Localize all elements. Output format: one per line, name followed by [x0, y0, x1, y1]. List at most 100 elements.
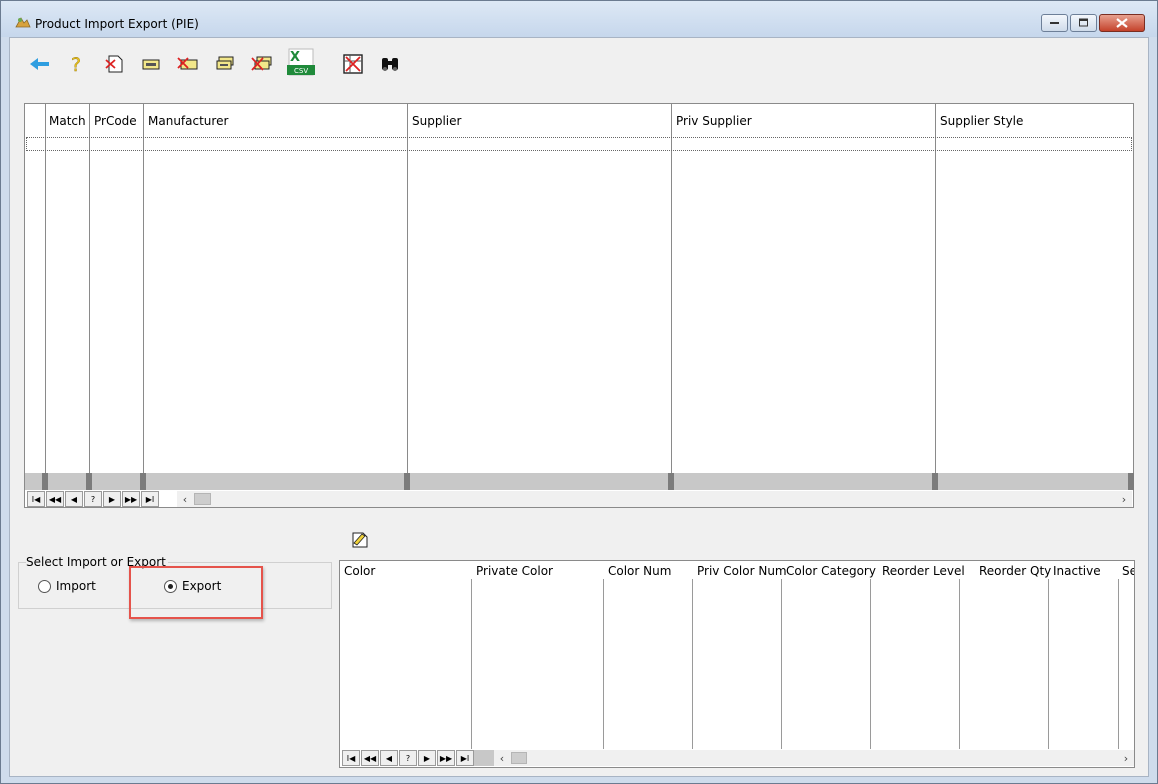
maximize-icon [1078, 18, 1088, 27]
import-radio-label: Import [56, 579, 96, 593]
navigator-spacer [474, 750, 494, 766]
product-grid-header: Match PrCode Manufacturer Supplier Priv … [25, 104, 1133, 137]
resize-handle[interactable] [42, 473, 48, 490]
column-resize-band [25, 473, 1134, 490]
highlight-box [129, 566, 263, 619]
color-grid[interactable]: Color Private Color Color Num Priv Color… [339, 560, 1135, 768]
column-header-color[interactable]: Color [344, 564, 375, 578]
stack-icon [216, 56, 234, 70]
last-record-button[interactable]: ▶I [141, 491, 159, 507]
binoculars-icon [382, 58, 398, 71]
resize-handle[interactable] [140, 473, 146, 490]
ticket-button[interactable] [135, 48, 167, 80]
cancel-grid-icon [343, 54, 363, 74]
client-area: ? X CSV Match PrCode Manufacturer Suppli… [9, 37, 1149, 777]
column-header-priv-color-num[interactable]: Priv Color Num [697, 564, 787, 578]
prev-record-button[interactable]: ◀ [380, 750, 398, 766]
column-divider [781, 579, 782, 749]
column-divider [45, 104, 46, 473]
query-button[interactable]: ? [84, 491, 102, 507]
color-grid-navigator: I◀ ◀◀ ◀ ? ▶ ▶▶ ▶I [342, 750, 475, 766]
last-record-button[interactable]: ▶I [456, 750, 474, 766]
delete-stack-button[interactable] [246, 48, 278, 80]
delete-ticket-button[interactable] [172, 48, 204, 80]
column-divider [1118, 579, 1119, 749]
resize-handle[interactable] [932, 473, 938, 490]
excel-csv-icon: X CSV [287, 48, 315, 76]
resize-handle[interactable] [86, 473, 92, 490]
column-header-supplier[interactable]: Supplier [412, 114, 461, 128]
column-divider [143, 104, 144, 473]
column-divider [89, 104, 90, 473]
selected-row[interactable] [26, 137, 1132, 151]
column-header-prcode[interactable]: PrCode [94, 114, 137, 128]
scroll-left-icon[interactable]: ‹ [177, 491, 193, 507]
query-button[interactable]: ? [399, 750, 417, 766]
product-grid-navigator: I◀ ◀◀ ◀ ? ▶ ▶▶ ▶I [27, 491, 160, 507]
column-header-color-category[interactable]: Color Category [786, 564, 876, 578]
title-bar: Product Import Export (PIE) [1, 1, 1157, 37]
scroll-thumb[interactable] [511, 752, 527, 764]
find-button[interactable] [374, 48, 406, 80]
column-header-priv-supplier[interactable]: Priv Supplier [676, 114, 752, 128]
column-header-private-color[interactable]: Private Color [476, 564, 553, 578]
column-header-reorder-qty[interactable]: Reorder Qty [979, 564, 1051, 578]
product-grid[interactable]: Match PrCode Manufacturer Supplier Priv … [24, 103, 1134, 508]
column-header-reorder-level[interactable]: Reorder Level [882, 564, 965, 578]
prev-record-button[interactable]: ◀ [65, 491, 83, 507]
minimize-icon [1049, 22, 1059, 24]
back-button[interactable] [24, 48, 56, 80]
column-header-manufacturer[interactable]: Manufacturer [148, 114, 228, 128]
column-header-inactive[interactable]: Inactive [1053, 564, 1101, 578]
svg-text:CSV: CSV [294, 67, 308, 75]
color-grid-hscrollbar[interactable]: ‹ › [494, 750, 1134, 766]
back-arrow-icon [30, 58, 49, 70]
first-record-button[interactable]: I◀ [342, 750, 360, 766]
column-divider [935, 104, 936, 473]
resize-handle[interactable] [404, 473, 410, 490]
scroll-left-icon[interactable]: ‹ [494, 750, 510, 766]
column-divider [407, 104, 408, 473]
stack-button[interactable] [209, 48, 241, 80]
cancel-grid-button[interactable] [337, 48, 369, 80]
next-record-button[interactable]: ▶ [418, 750, 436, 766]
svg-text:?: ? [71, 54, 81, 74]
delete-ticket-icon [177, 57, 198, 70]
window-title: Product Import Export (PIE) [35, 17, 199, 31]
radio-circle[interactable] [38, 579, 51, 593]
next-page-button[interactable]: ▶▶ [437, 750, 455, 766]
column-header-se[interactable]: Se [1122, 564, 1134, 578]
prev-page-button[interactable]: ◀◀ [361, 750, 379, 766]
prev-page-button[interactable]: ◀◀ [46, 491, 64, 507]
export-csv-button[interactable]: X CSV [283, 44, 319, 80]
column-divider [471, 579, 472, 749]
toolbar: ? X CSV [24, 48, 424, 80]
import-radio[interactable]: Import [38, 579, 96, 593]
maximize-button[interactable] [1070, 14, 1097, 32]
scroll-right-icon[interactable]: › [1116, 491, 1132, 507]
next-page-button[interactable]: ▶▶ [122, 491, 140, 507]
column-divider [870, 579, 871, 749]
column-header-supplier-style[interactable]: Supplier Style [940, 114, 1023, 128]
column-divider [692, 579, 693, 749]
scroll-thumb[interactable] [194, 493, 211, 505]
delete-document-button[interactable] [98, 48, 130, 80]
column-header-color-num[interactable]: Color Num [608, 564, 671, 578]
app-window: Product Import Export (PIE) ? X CSV Matc… [0, 0, 1158, 784]
help-button[interactable]: ? [61, 48, 93, 80]
column-divider [1048, 579, 1049, 749]
minimize-button[interactable] [1041, 14, 1068, 32]
next-record-button[interactable]: ▶ [103, 491, 121, 507]
ticket-icon [142, 59, 160, 70]
first-record-button[interactable]: I◀ [27, 491, 45, 507]
edit-icon[interactable] [350, 530, 370, 548]
resize-handle[interactable] [668, 473, 674, 490]
resize-handle[interactable] [1128, 473, 1134, 490]
product-grid-hscrollbar[interactable]: ‹ › [177, 491, 1132, 507]
column-divider [671, 104, 672, 473]
scroll-right-icon[interactable]: › [1118, 750, 1134, 766]
close-button[interactable] [1099, 14, 1145, 32]
delete-document-icon [105, 55, 123, 73]
help-icon: ? [71, 54, 81, 74]
column-header-match[interactable]: Match [49, 114, 86, 128]
